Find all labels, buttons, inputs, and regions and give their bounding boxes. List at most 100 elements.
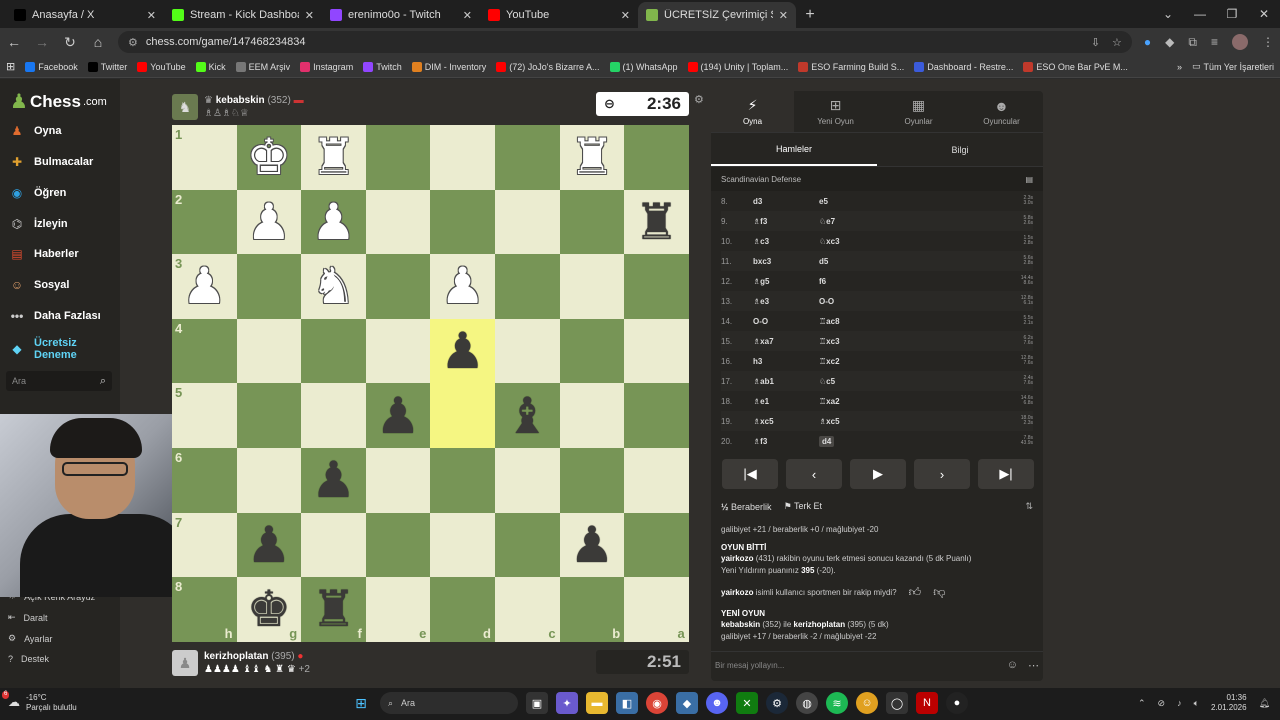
white-move[interactable]: ♗c3 <box>753 237 819 246</box>
bottom-player-name[interactable]: kerizhoplatan <box>204 651 268 662</box>
bookmark-item[interactable]: (72) JoJo's Bizarre A... <box>496 61 600 72</box>
black-pawn-icon[interactable]: ♟ <box>311 455 356 505</box>
board-square[interactable]: c <box>494 577 560 642</box>
board-square[interactable] <box>559 189 625 255</box>
emoji-icon[interactable]: ☺ <box>1007 659 1018 672</box>
chrome-icon[interactable]: ◉ <box>646 692 668 714</box>
obs-icon[interactable]: ● <box>946 692 968 714</box>
black-move[interactable]: ♖xc3 <box>819 337 885 346</box>
close-icon[interactable]: ✕ <box>463 9 472 22</box>
close-icon[interactable]: ✕ <box>621 9 630 22</box>
all-bookmarks[interactable]: ▭ Tüm Yer İşaretleri <box>1192 61 1274 72</box>
board-square[interactable] <box>494 512 560 578</box>
sidebar-item-ren[interactable]: ◉ Öğren <box>8 184 118 202</box>
bookmark-item[interactable]: ESO Farming Build S... <box>798 61 904 72</box>
panel-tab-oyuncular[interactable]: ☻ Oyuncular <box>960 91 1043 132</box>
board-square[interactable] <box>624 125 689 190</box>
board-square[interactable]: e <box>365 577 431 642</box>
sidebar-bottom-item[interactable]: ⚙ Ayarlar <box>8 633 52 644</box>
board-square[interactable] <box>494 318 560 384</box>
board-square[interactable] <box>494 189 560 255</box>
tab-moves[interactable]: Hamleler <box>711 133 877 166</box>
board-square[interactable] <box>430 512 495 578</box>
black-move[interactable]: ♖ac8 <box>819 317 885 326</box>
board-square[interactable] <box>559 383 625 448</box>
board-square[interactable] <box>365 125 431 190</box>
board-square[interactable] <box>430 189 495 255</box>
taskbar-search[interactable]: ⌕ Ara <box>380 692 518 714</box>
black-move[interactable]: ♘c5 <box>819 377 885 386</box>
app-icon[interactable]: ◯ <box>886 692 908 714</box>
black-move[interactable]: d4 <box>819 435 835 447</box>
board-square[interactable]: ♝ <box>494 383 560 448</box>
xbox-icon[interactable]: ✕ <box>736 692 758 714</box>
board-square[interactable] <box>559 318 625 384</box>
black-move[interactable]: O-O <box>819 297 885 306</box>
white-move[interactable]: ♗e3 <box>753 297 819 306</box>
black-pawn-icon[interactable]: ♟ <box>246 520 291 570</box>
board-square[interactable]: g ♚ <box>236 577 302 642</box>
board-square[interactable] <box>559 447 625 513</box>
app-icon[interactable]: ◆ <box>676 692 698 714</box>
bookmark-item[interactable]: Instagram <box>300 61 353 72</box>
board-square[interactable] <box>301 512 366 578</box>
browser-tab[interactable]: YouTube ✕ <box>480 2 638 28</box>
black-move[interactable]: ♘e7 <box>819 217 885 226</box>
board-square[interactable] <box>236 447 302 513</box>
close-icon[interactable]: ✕ <box>305 9 314 22</box>
board-square[interactable]: 5 <box>172 383 237 448</box>
home-icon[interactable]: ⌂ <box>90 34 106 50</box>
board-square[interactable] <box>236 383 302 448</box>
network-icon[interactable]: ⊘ <box>1158 698 1166 709</box>
white-move[interactable]: ♗xc5 <box>753 417 819 426</box>
browser-tab[interactable]: ÜCRETSİZ Çevrimiçi Satranç Oy ✕ <box>638 2 796 28</box>
bookmark-item[interactable]: (194) Unity | Toplam... <box>687 61 788 72</box>
white-move[interactable]: ♗ab1 <box>753 377 819 386</box>
last-move-button[interactable]: ▶| <box>978 459 1034 489</box>
board-settings-icon[interactable]: ⚙ <box>694 93 704 106</box>
minimize-button[interactable]: — <box>1184 0 1216 28</box>
board-square[interactable] <box>365 254 431 319</box>
board-square[interactable] <box>494 254 560 319</box>
forward-icon[interactable]: → <box>34 34 50 50</box>
black-king-icon[interactable]: ♚ <box>246 584 291 634</box>
bookmark-item[interactable]: Kick <box>195 61 226 72</box>
white-king-icon[interactable]: ♚ <box>246 132 291 182</box>
white-rook-icon[interactable]: ♜ <box>569 132 614 182</box>
notifications-icon[interactable]: 🔔︎ <box>1259 698 1270 709</box>
bookmark-item[interactable]: Twitch <box>363 61 402 72</box>
sidebar-item-bulmacalar[interactable]: ✚ Bulmacalar <box>8 153 118 171</box>
site-info-icon[interactable]: ⚙ <box>128 36 138 49</box>
board-square[interactable]: ♟ <box>559 512 625 578</box>
bookmark-item[interactable]: DIM - Inventory <box>411 61 486 72</box>
first-move-button[interactable]: |◀ <box>722 459 778 489</box>
top-player-avatar[interactable]: ♞ <box>172 94 198 120</box>
store-icon[interactable]: ◧ <box>616 692 638 714</box>
white-pawn-icon[interactable]: ♟ <box>440 261 485 311</box>
chess-board[interactable]: 1 ♚ ♜ ♜ 2 ♟ ♟ ♜ 3 ♟ ♞ ♟ 4 ♟ 5 ♟ ♝ 6 ♟ 7 ♟ ♟ 8 h g ♚ f ♜ e d c b a <box>172 125 689 642</box>
white-move[interactable]: ♗f3 <box>753 437 819 446</box>
sidebar-item-dahafazlas[interactable]: ••• Daha Fazlası <box>8 307 118 325</box>
board-square[interactable]: ♟ <box>301 189 366 255</box>
white-knight-icon[interactable]: ♞ <box>311 261 356 311</box>
board-square[interactable] <box>236 318 302 384</box>
bookmark-item[interactable]: YouTube <box>137 61 186 72</box>
board-square[interactable]: ♟ <box>236 189 302 255</box>
thumbs-down-icon[interactable]: 👎︎ <box>933 584 945 601</box>
bookmark-item[interactable]: (1) WhatsApp <box>609 61 678 72</box>
black-bishop-icon[interactable]: ♝ <box>505 391 550 441</box>
sidebar-item-cretsizdeneme[interactable]: ◆ Ücretsiz Deneme <box>8 337 118 361</box>
chevron-up-icon[interactable]: ⌃ <box>1138 698 1146 709</box>
board-square[interactable]: b <box>559 577 625 642</box>
black-rook-icon[interactable]: ♜ <box>634 197 679 247</box>
bottom-player-avatar[interactable]: ♟ <box>172 650 198 676</box>
board-square[interactable]: 4 <box>172 318 237 384</box>
prev-move-button[interactable]: ‹ <box>786 459 842 489</box>
black-pawn-icon[interactable]: ♟ <box>440 326 485 376</box>
url-field[interactable]: ⚙ chess.com/game/147468234834 ⇩ ☆ <box>118 31 1132 53</box>
black-rook-icon[interactable]: ♜ <box>311 584 356 634</box>
discord-icon[interactable]: ☻ <box>706 692 728 714</box>
board-square[interactable]: a <box>624 577 689 642</box>
board-square[interactable]: ♟ <box>301 447 366 513</box>
black-pawn-icon[interactable]: ♟ <box>376 391 421 441</box>
